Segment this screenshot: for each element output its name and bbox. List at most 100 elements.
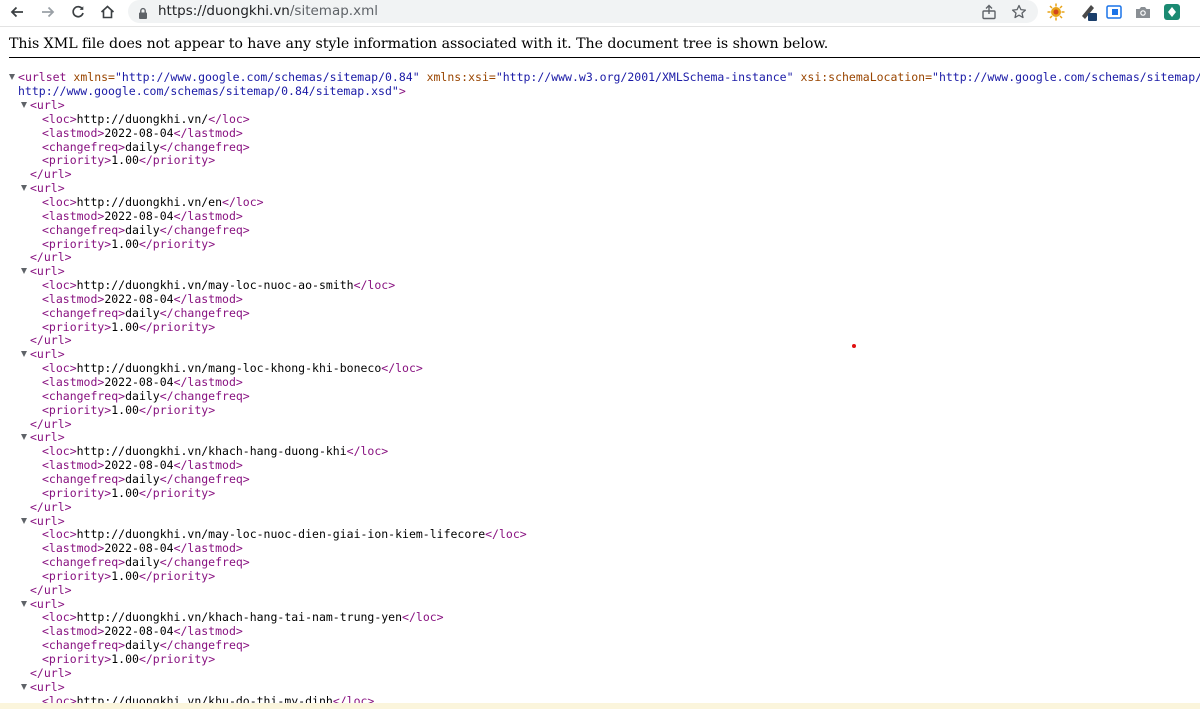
changefreq-value: daily <box>125 638 160 653</box>
lastmod-value: 2022-08-04 <box>104 291 174 306</box>
url-host: https://duongkhi.vn <box>158 3 290 19</box>
camera-icon[interactable] <box>1133 2 1153 22</box>
url-open-tag: <url> <box>30 98 65 112</box>
urlset-tag-name: urlset <box>24 70 67 84</box>
lastmod-element: <lastmod>2022-08-04</lastmod> <box>42 624 243 639</box>
address-bar[interactable]: https://duongkhi.vn/sitemap.xml <box>128 0 1038 23</box>
changefreq-element: <changefreq>daily</changefreq> <box>42 222 250 237</box>
loc-value[interactable]: http://duongkhi.vn/may-loc-nuoc-ao-smith <box>77 278 354 292</box>
changefreq-value: daily <box>125 555 160 570</box>
lastmod-value: 2022-08-04 <box>104 208 174 223</box>
changefreq-value: daily <box>125 139 160 154</box>
changefreq-value: daily <box>125 471 160 486</box>
url-open-tag: <url> <box>30 513 65 528</box>
collapse-url-triangle-icon[interactable] <box>21 185 27 192</box>
attr-value: "http://www.google.com/schemas/sitemap/0… <box>114 70 420 84</box>
browser-toolbar: https://duongkhi.vn/sitemap.xml <box>0 0 1200 27</box>
priority-element: <priority>1.00</priority> <box>42 652 216 666</box>
changefreq-value: daily <box>125 388 160 403</box>
lastmod-value: 2022-08-04 <box>104 375 174 389</box>
collapse-url-triangle-icon[interactable] <box>21 102 27 108</box>
priority-element: <priority>1.00</priority> <box>42 402 216 417</box>
url-open-tag: <url> <box>30 264 65 279</box>
collapse-url-triangle-icon[interactable] <box>21 683 27 690</box>
collapse-url-triangle-icon[interactable] <box>21 268 27 275</box>
share-icon[interactable] <box>980 3 998 21</box>
back-arrow-icon[interactable] <box>6 1 28 23</box>
changefreq-element: <changefreq>daily</changefreq> <box>42 555 250 570</box>
changefreq-value: daily <box>125 305 160 320</box>
url-close-tag: </url> <box>30 416 72 431</box>
loc-element: <loc>http://duongkhi.vn/mang-loc-khong-k… <box>42 361 423 376</box>
info-divider <box>9 57 1200 58</box>
bottom-status-strip <box>0 703 1200 709</box>
loc-element: <loc>http://duongkhi.vn/may-loc-nuoc-ao-… <box>42 278 396 293</box>
collapse-urlset-triangle-icon[interactable] <box>9 74 15 80</box>
priority-value: 1.00 <box>111 568 139 583</box>
url-text[interactable]: https://duongkhi.vn/sitemap.xml <box>158 3 378 19</box>
attr-value-continuation: http://www.google.com/schemas/sitemap/0.… <box>18 84 399 98</box>
reload-icon[interactable] <box>67 1 89 23</box>
url-close-tag: </url> <box>30 665 72 680</box>
changefreq-element: <changefreq>daily</changefreq> <box>42 305 250 320</box>
changefreq-element: <changefreq>daily</changefreq> <box>42 471 250 486</box>
loc-value[interactable]: http://duongkhi.vn/may-loc-nuoc-dien-gia… <box>77 527 486 541</box>
loc-value[interactable]: http://duongkhi.vn/khach-hang-duong-khi <box>77 444 347 458</box>
collapse-url-triangle-icon[interactable] <box>21 351 27 358</box>
urlset-attr-continuation: http://www.google.com/schemas/sitemap/0.… <box>18 84 406 98</box>
changefreq-value: daily <box>125 222 160 237</box>
priority-value: 1.00 <box>111 402 139 417</box>
priority-element: <priority>1.00</priority> <box>42 485 216 500</box>
loc-element: <loc>http://duongkhi.vn/khach-hang-tai-n… <box>42 610 444 625</box>
url-close-tag: </url> <box>30 167 72 182</box>
collapse-url-triangle-icon[interactable] <box>21 600 27 607</box>
extension-panel-icon[interactable] <box>1104 2 1124 22</box>
extension-sun-icon[interactable] <box>1046 2 1066 22</box>
loc-value[interactable]: http://duongkhi.vn/khach-hang-tai-nam-tr… <box>77 610 402 624</box>
lastmod-element: <lastmod>2022-08-04</lastmod> <box>42 291 243 306</box>
attr-name: xsi:schemaLocation <box>800 70 926 84</box>
loc-value[interactable]: http://duongkhi.vn/ <box>77 112 209 126</box>
attr-name: xmlns:xsi <box>426 70 489 84</box>
loc-element: <loc>http://duongkhi.vn/en</loc> <box>42 194 264 209</box>
url-open-tag: <url> <box>30 596 65 611</box>
loc-element: <loc>http://duongkhi.vn/</loc> <box>42 111 250 126</box>
extension-pen-icon[interactable] <box>1078 2 1098 22</box>
priority-value: 1.00 <box>111 485 139 500</box>
bookmark-star-icon[interactable] <box>1010 3 1028 21</box>
changefreq-element: <changefreq>daily</changefreq> <box>42 638 250 653</box>
lastmod-value: 2022-08-04 <box>104 541 174 556</box>
forward-arrow-icon[interactable] <box>37 1 59 23</box>
home-icon[interactable] <box>96 1 118 23</box>
url-close-tag: </url> <box>30 333 72 348</box>
url-close-tag: </url> <box>30 250 72 265</box>
loc-value[interactable]: http://duongkhi.vn/en <box>77 195 222 209</box>
collapse-url-triangle-icon[interactable] <box>21 434 27 441</box>
lastmod-element: <lastmod>2022-08-04</lastmod> <box>42 125 243 140</box>
priority-element: <priority>1.00</priority> <box>42 319 216 334</box>
loc-element: <loc>http://duongkhi.vn/may-loc-nuoc-die… <box>42 527 527 542</box>
lastmod-element: <lastmod>2022-08-04</lastmod> <box>42 541 243 556</box>
xml-style-info-message: This XML file does not appear to have an… <box>9 36 829 52</box>
changefreq-element: <changefreq>daily</changefreq> <box>42 139 250 154</box>
priority-value: 1.00 <box>111 153 139 168</box>
priority-element: <priority>1.00</priority> <box>42 153 216 168</box>
red-dot-marker <box>852 344 856 348</box>
url-open-tag: <url> <box>30 430 65 445</box>
lastmod-value: 2022-08-04 <box>104 125 174 140</box>
collapse-url-triangle-icon[interactable] <box>21 517 27 524</box>
url-open-tag: <url> <box>30 679 65 694</box>
lock-icon[interactable] <box>138 5 148 24</box>
priority-value: 1.00 <box>111 652 139 666</box>
lastmod-element: <lastmod>2022-08-04</lastmod> <box>42 458 243 473</box>
attr-value: "http://www.google.com/schemas/sitemap/0… <box>932 70 1200 84</box>
url-close-tag: </url> <box>30 582 72 597</box>
priority-value: 1.00 <box>111 319 139 334</box>
url-path: /sitemap.xml <box>289 3 378 19</box>
priority-element: <priority>1.00</priority> <box>42 236 216 251</box>
extension-shield-icon[interactable] <box>1162 2 1182 22</box>
loc-value[interactable]: http://duongkhi.vn/mang-loc-khong-khi-bo… <box>77 361 382 375</box>
lastmod-value: 2022-08-04 <box>104 624 174 639</box>
lastmod-value: 2022-08-04 <box>104 458 174 473</box>
lastmod-element: <lastmod>2022-08-04</lastmod> <box>42 375 243 389</box>
